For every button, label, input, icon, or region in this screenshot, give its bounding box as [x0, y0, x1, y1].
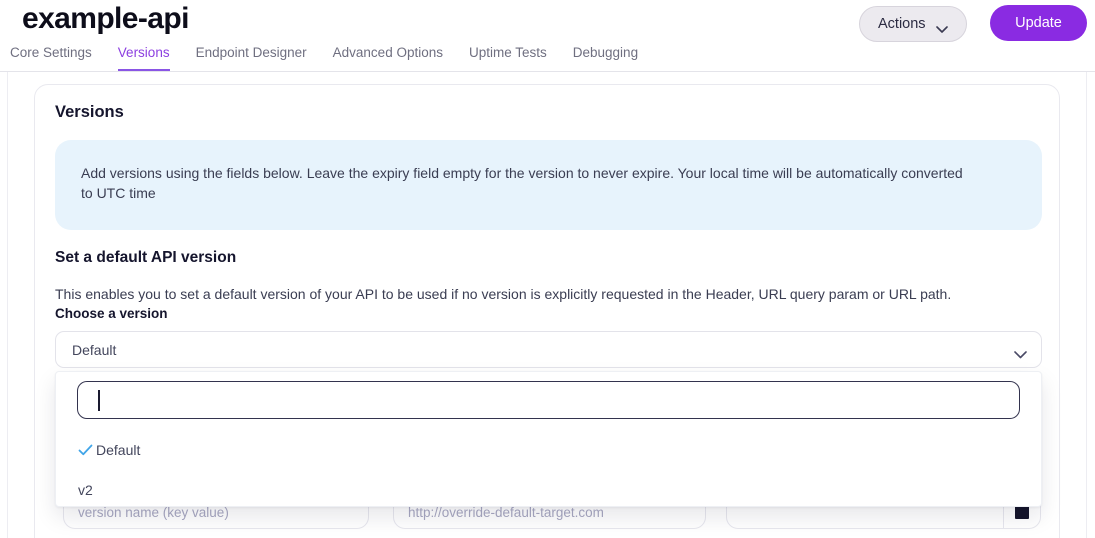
version-select[interactable]: Default	[55, 331, 1042, 368]
version-select-value: Default	[72, 341, 117, 358]
default-version-description: This enables you to set a default versio…	[55, 286, 952, 302]
check-icon	[78, 444, 96, 456]
page-header: example-api Actions Update Core Settings…	[0, 0, 1095, 72]
chevron-down-icon	[935, 21, 948, 33]
versions-card: Versions Add versions using the fields b…	[34, 84, 1060, 538]
actions-button[interactable]: Actions	[859, 6, 967, 42]
version-search-box[interactable]	[77, 381, 1020, 419]
version-search-input[interactable]	[78, 382, 1019, 418]
info-banner: Add versions using the fields below. Lea…	[55, 140, 1042, 230]
tab-versions[interactable]: Versions	[117, 45, 170, 71]
api-settings-page: example-api Actions Update Core Settings…	[0, 0, 1095, 538]
dropdown-option-default[interactable]: Default	[56, 432, 1041, 468]
info-banner-text: Add versions using the fields below. Lea…	[81, 165, 963, 201]
tab-uptime-tests[interactable]: Uptime Tests	[469, 45, 547, 71]
tab-advanced-options[interactable]: Advanced Options	[333, 45, 443, 71]
default-version-heading: Set a default API version	[55, 249, 237, 266]
chevron-down-icon	[1014, 346, 1027, 359]
tab-core-settings[interactable]: Core Settings	[10, 45, 92, 71]
card-title: Versions	[55, 103, 124, 121]
update-button[interactable]: Update	[990, 5, 1087, 41]
dropdown-option-label: v2	[78, 482, 93, 498]
page-title: example-api	[22, 2, 189, 35]
actions-button-label: Actions	[878, 16, 926, 32]
tab-endpoint-designer[interactable]: Endpoint Designer	[196, 45, 307, 71]
choose-version-label: Choose a version	[55, 306, 168, 321]
tab-bar: Core Settings Versions Endpoint Designer…	[10, 45, 638, 71]
dropdown-option-label: Default	[96, 442, 141, 458]
text-cursor	[98, 390, 100, 411]
dropdown-option-v2[interactable]: v2	[56, 472, 1041, 508]
version-dropdown-panel: Default v2	[55, 371, 1042, 507]
tab-debugging[interactable]: Debugging	[573, 45, 638, 71]
